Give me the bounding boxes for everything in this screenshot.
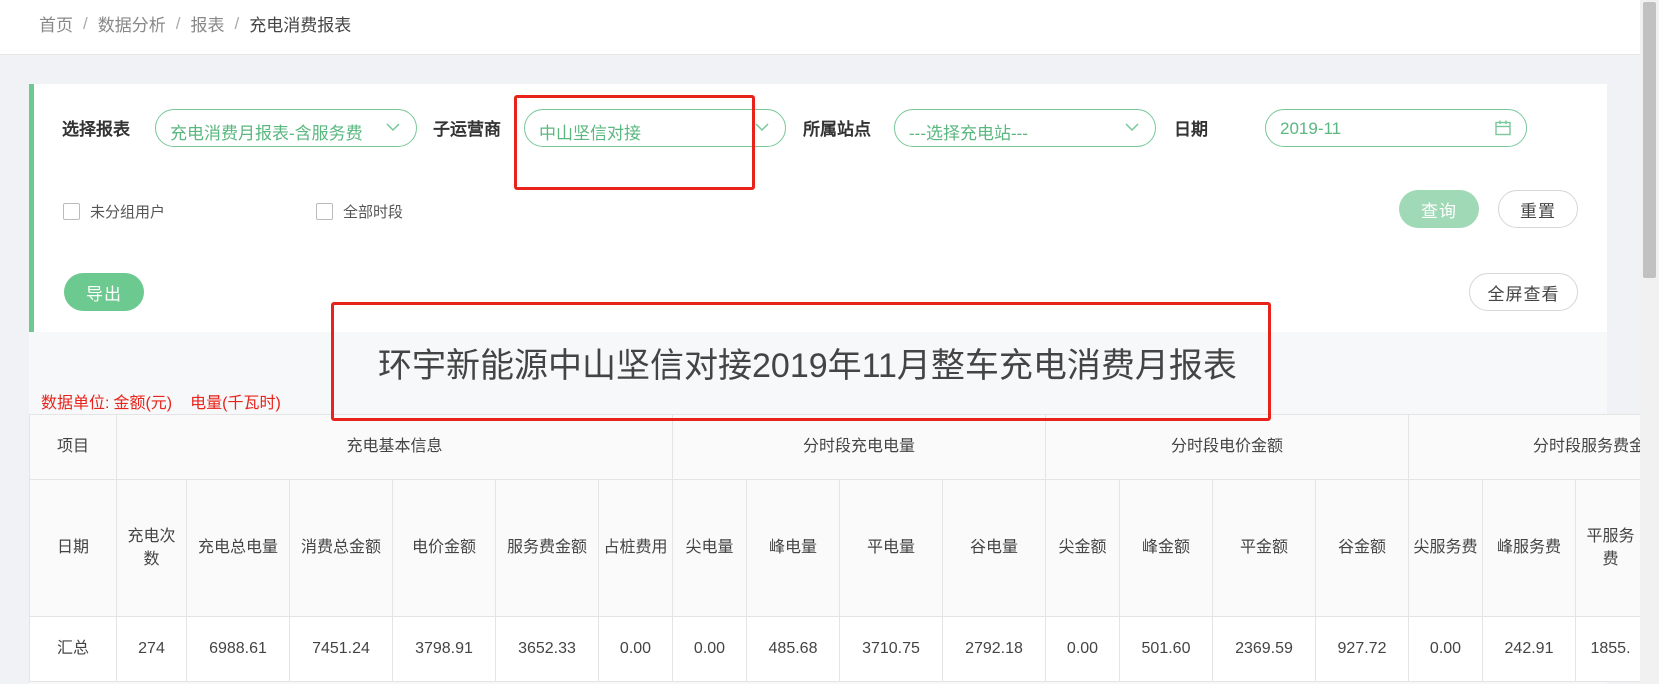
table-row: 汇总 274 6988.61 7451.24 3798.91 3652.33 0… [29, 616, 1646, 682]
chevron-down-icon [1125, 123, 1139, 132]
chevron-down-icon [386, 123, 400, 132]
report-select[interactable]: 充电消费月报表-含服务费 [155, 109, 417, 147]
column-header: 平服务费 [1575, 479, 1646, 617]
date-picker[interactable]: 2019-11 [1265, 109, 1527, 147]
table-cell: 3710.75 [839, 616, 943, 682]
group-header-period-energy: 分时段充电电量 [672, 414, 1046, 480]
table-cell: 485.68 [746, 616, 840, 682]
unit-energy: 电量(千瓦时) [190, 395, 281, 412]
data-unit-note: 数据单位: 金额(元) 电量(千瓦时) [41, 389, 299, 413]
column-header: 谷电量 [942, 479, 1046, 617]
table-cell: 3652.33 [495, 616, 599, 682]
breadcrumb-current: 充电消费报表 [249, 16, 352, 35]
table-cell: 1855. [1575, 616, 1646, 682]
column-header: 谷金额 [1315, 479, 1409, 617]
breadcrumb-separator: / [175, 13, 181, 33]
group-header-period-price: 分时段电价金额 [1045, 414, 1409, 480]
column-header: 峰服务费 [1482, 479, 1576, 617]
export-button[interactable]: 导出 [64, 273, 144, 311]
unit-money: 金额(元) [113, 395, 173, 412]
column-header: 峰电量 [746, 479, 840, 617]
breadcrumb-separator: / [234, 13, 240, 33]
all-periods-label: 全部时段 [343, 204, 404, 221]
table-cell: 0.00 [598, 616, 673, 682]
table-cell: 274 [116, 616, 187, 682]
column-header: 平电量 [839, 479, 943, 617]
report-select-value: 充电消费月报表-含服务费 [170, 124, 363, 143]
column-header: 电价金额 [392, 479, 496, 617]
fullscreen-button[interactable]: 全屏查看 [1469, 273, 1578, 311]
breadcrumb-home[interactable]: 首页 [39, 11, 73, 36]
report-select-label: 选择报表 [62, 120, 130, 139]
date-picker-value: 2019-11 [1280, 119, 1342, 138]
column-header: 充电次数 [116, 479, 187, 617]
ungrouped-users-checkbox[interactable]: 未分组用户 [63, 201, 165, 222]
reset-button[interactable]: 重置 [1498, 190, 1578, 228]
group-header-period-service: 分时段服务费金 [1408, 414, 1646, 480]
unit-prefix: 数据单位: [41, 395, 110, 412]
table-cell: 3798.91 [392, 616, 496, 682]
all-periods-checkbox[interactable]: 全部时段 [316, 201, 403, 222]
table-cell: 2792.18 [942, 616, 1046, 682]
operator-select-label: 子运营商 [433, 120, 501, 139]
table-cell: 汇总 [29, 616, 117, 682]
table-cell: 501.60 [1119, 616, 1213, 682]
table-cell: 6988.61 [186, 616, 290, 682]
table-cell: 0.00 [1045, 616, 1120, 682]
table-cell: 0.00 [1408, 616, 1483, 682]
column-header: 尖服务费 [1408, 479, 1483, 617]
column-header: 服务费金额 [495, 479, 599, 617]
table-cell: 2369.59 [1212, 616, 1316, 682]
breadcrumb: 首页 / 数据分析 / 报表 / 充电消费报表 [39, 11, 351, 36]
date-picker-label: 日期 [1174, 120, 1208, 139]
column-header: 平金额 [1212, 479, 1316, 617]
ungrouped-users-label: 未分组用户 [90, 204, 166, 221]
station-select-label: 所属站点 [803, 120, 871, 139]
breadcrumb-reports[interactable]: 报表 [190, 11, 224, 36]
column-header: 日期 [29, 479, 117, 617]
column-header: 占桩费用 [598, 479, 673, 617]
breadcrumb-data-analysis[interactable]: 数据分析 [98, 11, 166, 36]
scrollbar-thumb[interactable] [1643, 2, 1656, 278]
calendar-icon [1495, 120, 1511, 136]
column-header: 消费总金额 [289, 479, 393, 617]
column-header: 充电总电量 [186, 479, 290, 617]
annotation-box-title [331, 302, 1271, 421]
station-select[interactable]: ---选择充电站--- [894, 109, 1156, 147]
column-header: 尖金额 [1045, 479, 1120, 617]
checkbox-box[interactable] [63, 203, 80, 220]
query-button[interactable]: 查询 [1399, 190, 1479, 228]
report-table: 项目 充电基本信息 分时段充电电量 分时段电价金额 分时段服务费金 日期 充电次… [29, 414, 1646, 682]
table-cell: 242.91 [1482, 616, 1576, 682]
station-select-value: ---选择充电站--- [909, 124, 1028, 143]
checkbox-box[interactable] [316, 203, 333, 220]
breadcrumb-separator: / [83, 13, 88, 33]
table-cell: 0.00 [672, 616, 747, 682]
column-header: 峰金额 [1119, 479, 1213, 617]
column-header: 尖电量 [672, 479, 747, 617]
breadcrumb-bar: 首页 / 数据分析 / 报表 / 充电消费报表 [0, 0, 1640, 55]
annotation-box-operator [514, 95, 755, 190]
group-header-basic-info: 充电基本信息 [116, 414, 673, 480]
group-header-item: 项目 [29, 414, 117, 480]
table-cell: 927.72 [1315, 616, 1409, 682]
chevron-down-icon [755, 123, 769, 132]
table-cell: 7451.24 [289, 616, 393, 682]
